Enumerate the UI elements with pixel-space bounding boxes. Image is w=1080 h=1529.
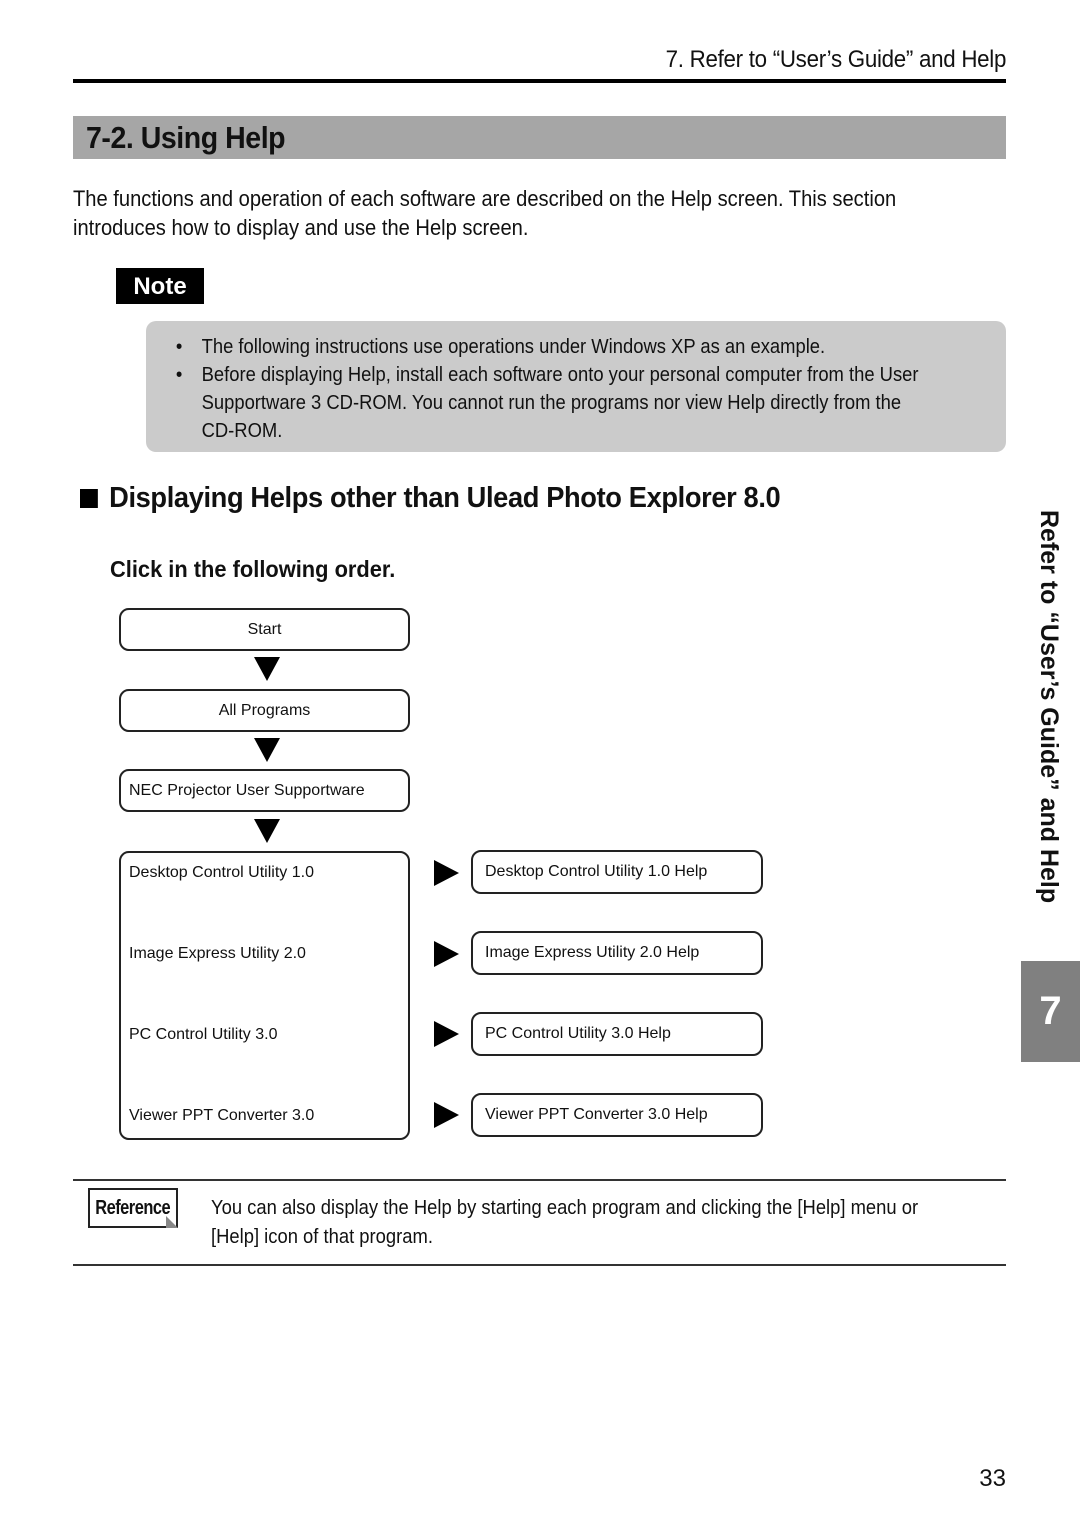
page-fold-icon xyxy=(166,1216,178,1228)
note-item: • The following instructions use operati… xyxy=(174,333,984,361)
down-arrow-icon xyxy=(254,819,280,843)
flow-step-label: All Programs xyxy=(218,701,311,719)
program-item: Viewer PPT Converter 3.0 xyxy=(129,1107,315,1124)
help-item-pc-control: PC Control Utility 3.0 Help xyxy=(471,1012,763,1056)
running-header: 7. Refer to “User’s Guide” and Help xyxy=(665,46,1007,73)
down-arrow-icon xyxy=(254,738,280,762)
reference-icon: Reference xyxy=(88,1188,178,1228)
page-number: 33 xyxy=(979,1465,1006,1492)
note-item-text: Before displaying Help, install each sof… xyxy=(201,364,919,386)
program-item: Image Express Utility 2.0 xyxy=(129,945,306,962)
reference-bottom-rule xyxy=(73,1264,1006,1266)
reference-top-rule xyxy=(73,1179,1006,1181)
square-bullet-icon xyxy=(80,489,98,508)
bullet-icon: • xyxy=(175,364,183,386)
chapter-tab: 7 xyxy=(1021,961,1080,1062)
program-list-box: Desktop Control Utility 1.0 Image Expres… xyxy=(119,851,410,1140)
intro-line: introduces how to display and use the He… xyxy=(73,215,529,240)
intro-line: The functions and operation of each soft… xyxy=(73,186,897,211)
note-box: • The following instructions use operati… xyxy=(146,321,1006,452)
section-title: 7-2. Using Help xyxy=(86,120,286,155)
note-label: Note xyxy=(116,268,204,304)
help-item-image-express: Image Express Utility 2.0 Help xyxy=(471,931,763,975)
reference-icon-label: Reference xyxy=(95,1196,171,1219)
help-item-label: Desktop Control Utility 1.0 Help xyxy=(485,863,708,880)
program-item: Desktop Control Utility 1.0 xyxy=(129,864,314,881)
right-arrow-icon xyxy=(434,1021,459,1047)
right-arrow-icon xyxy=(434,1102,459,1128)
flow-step-label: Start xyxy=(247,620,282,638)
bullet-icon: • xyxy=(175,336,183,358)
help-item-viewer-ppt: Viewer PPT Converter 3.0 Help xyxy=(471,1093,763,1137)
subsection-title: Displaying Helps other than Ulead Photo … xyxy=(109,482,781,514)
note-item-text: The following instructions use operation… xyxy=(201,336,826,358)
note-item: • Before displaying Help, install each s… xyxy=(174,361,984,445)
flow-step-start: Start xyxy=(119,608,410,651)
reference-text: You can also display the Help by startin… xyxy=(211,1194,1011,1252)
program-item: PC Control Utility 3.0 xyxy=(129,1026,278,1043)
help-item-label: Image Express Utility 2.0 Help xyxy=(485,944,700,961)
order-heading: Click in the following order. xyxy=(110,556,396,582)
flow-step-supportware: NEC Projector User Supportware xyxy=(119,769,410,812)
note-list: • The following instructions use operati… xyxy=(174,333,984,445)
right-arrow-icon xyxy=(434,860,459,886)
intro-paragraph: The functions and operation of each soft… xyxy=(73,184,951,242)
help-item-label: PC Control Utility 3.0 Help xyxy=(485,1025,671,1042)
help-item-label: Viewer PPT Converter 3.0 Help xyxy=(485,1106,708,1123)
header-rule xyxy=(73,79,1006,83)
flow-step-all-programs: All Programs xyxy=(119,689,410,732)
subsection-heading: Displaying Helps other than Ulead Photo … xyxy=(80,482,781,515)
down-arrow-icon xyxy=(254,657,280,681)
reference-line: You can also display the Help by startin… xyxy=(211,1197,919,1219)
flow-step-label: NEC Projector User Supportware xyxy=(129,781,365,799)
side-chapter-title: Refer to “User’s Guide” and Help xyxy=(1035,510,1063,904)
reference-line: [Help] icon of that program. xyxy=(211,1226,433,1248)
note-item-text: Supportware 3 CD-ROM. You cannot run the… xyxy=(201,392,902,414)
help-item-desktop-control: Desktop Control Utility 1.0 Help xyxy=(471,850,763,894)
right-arrow-icon xyxy=(434,941,459,967)
note-item-text: CD-ROM. xyxy=(201,420,283,442)
